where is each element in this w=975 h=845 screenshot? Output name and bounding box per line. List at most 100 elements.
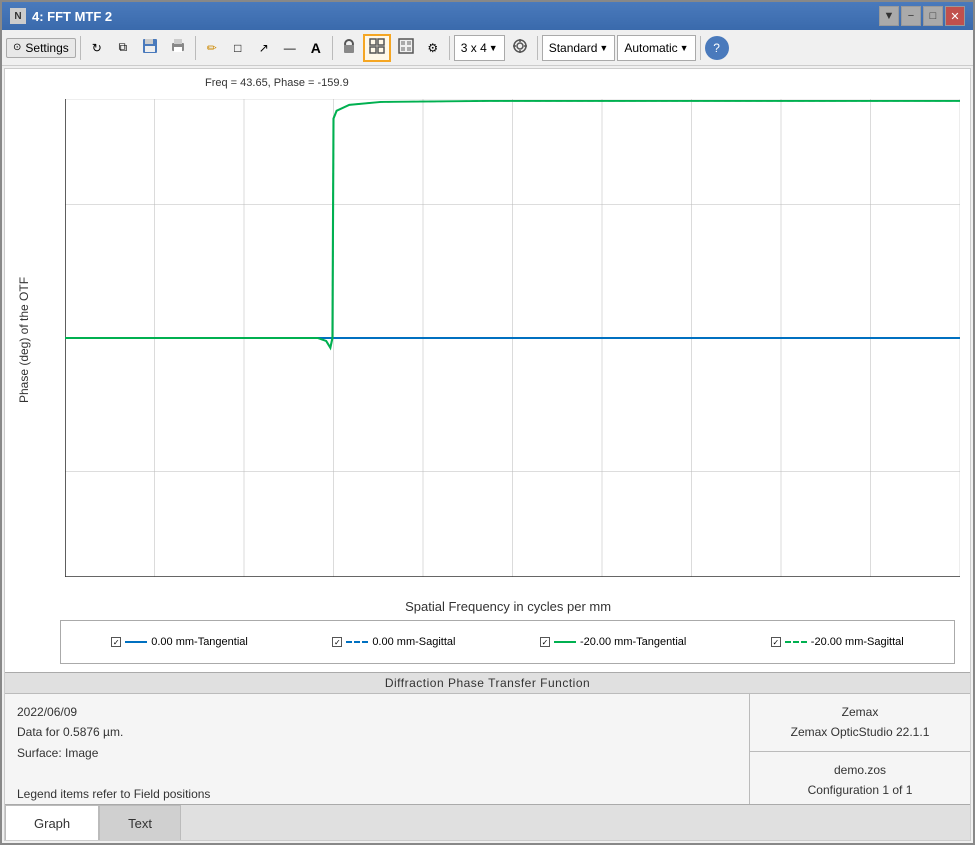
legend-item-1: ✓ 0.00 mm-Sagittal bbox=[332, 636, 455, 648]
automatic-arrow-icon: ▼ bbox=[680, 43, 689, 53]
legend-line-dotted-green bbox=[785, 641, 807, 643]
info-filename: demo.zos bbox=[762, 760, 958, 780]
legend-item-0: ✓ 0.00 mm-Tangential bbox=[111, 636, 248, 648]
minimize-button[interactable]: − bbox=[901, 6, 921, 26]
info-surface: Surface: Image bbox=[17, 743, 737, 763]
rect-button[interactable]: □ bbox=[226, 34, 250, 62]
legend-checkbox-3[interactable]: ✓ bbox=[771, 637, 781, 647]
main-window: N 4: FFT MTF 2 ▼ − □ ✕ ⊙ Settings ↻ ⧉ bbox=[0, 0, 975, 845]
refresh-button[interactable]: ↻ bbox=[85, 34, 109, 62]
layout-arrow-icon: ▼ bbox=[489, 43, 498, 53]
maximize-button[interactable]: □ bbox=[923, 6, 943, 26]
pencil-button[interactable]: ✏ bbox=[200, 34, 224, 62]
layout-label: 3 x 4 bbox=[461, 41, 487, 55]
layout-dropdown[interactable]: 3 x 4 ▼ bbox=[454, 35, 505, 61]
settings-button[interactable]: ⊙ Settings bbox=[6, 38, 76, 58]
info-section: Diffraction Phase Transfer Function 2022… bbox=[5, 672, 970, 804]
automatic-label: Automatic bbox=[624, 41, 677, 55]
text-tool-button[interactable]: A bbox=[304, 34, 328, 62]
legend-line-solid-blue bbox=[125, 641, 147, 643]
info-right-top: Zemax Zemax OpticStudio 22.1.1 bbox=[750, 694, 970, 752]
info-right-bottom: demo.zos Configuration 1 of 1 bbox=[750, 752, 970, 809]
chart-svg-container: 180.0 100.0 0 -100.0 -180.0 0 5.0 10.0 1… bbox=[65, 99, 960, 577]
info-legend-note: Legend items refer to Field positions bbox=[17, 784, 737, 804]
crosshair-label: Freq = 43.65, Phase = -159.9 bbox=[205, 77, 349, 89]
legend-label-2: -20.00 mm-Tangential bbox=[580, 636, 686, 648]
line-icon: — bbox=[284, 41, 296, 55]
standard-dropdown[interactable]: Standard ▼ bbox=[542, 35, 616, 61]
separator-4 bbox=[449, 36, 450, 60]
chart-svg: 180.0 100.0 0 -100.0 -180.0 0 5.0 10.0 1… bbox=[65, 99, 960, 577]
pin-button[interactable]: ▼ bbox=[879, 6, 899, 26]
settings2-button[interactable]: ⚙ bbox=[421, 34, 445, 62]
text-tool-icon: A bbox=[311, 40, 321, 56]
tab-graph-label: Graph bbox=[34, 816, 70, 831]
line-button[interactable]: — bbox=[278, 34, 302, 62]
settings-chevron-icon: ⊙ bbox=[13, 42, 21, 53]
x-axis-label: Spatial Frequency in cycles per mm bbox=[405, 599, 611, 614]
grid-icon bbox=[369, 38, 385, 57]
legend-area: ✓ 0.00 mm-Tangential ✓ 0.00 mm-Sagittal … bbox=[60, 620, 955, 664]
legend-item-2: ✓ -20.00 mm-Tangential bbox=[540, 636, 686, 648]
rect-icon: □ bbox=[234, 41, 241, 55]
target-button[interactable] bbox=[507, 34, 533, 62]
standard-arrow-icon: ▼ bbox=[599, 43, 608, 53]
legend-checkbox-2[interactable]: ✓ bbox=[540, 637, 550, 647]
copy-icon: ⧉ bbox=[118, 40, 127, 55]
legend-label-0: 0.00 mm-Tangential bbox=[151, 636, 248, 648]
separator-1 bbox=[80, 36, 81, 60]
title-bar-left: N 4: FFT MTF 2 bbox=[10, 8, 112, 24]
tab-graph[interactable]: Graph bbox=[5, 805, 99, 841]
automatic-dropdown[interactable]: Automatic ▼ bbox=[617, 35, 695, 61]
tab-bar: Graph Text bbox=[5, 804, 970, 840]
refresh-icon: ↻ bbox=[92, 41, 102, 55]
tab-text-label: Text bbox=[128, 816, 152, 831]
legend-item-3: ✓ -20.00 mm-Sagittal bbox=[771, 636, 904, 648]
separator-6 bbox=[700, 36, 701, 60]
info-title: Diffraction Phase Transfer Function bbox=[5, 673, 970, 694]
target-icon bbox=[512, 38, 528, 57]
info-left: 2022/06/09 Data for 0.5876 µm. Surface: … bbox=[5, 694, 750, 804]
info-zemax: Zemax bbox=[762, 702, 958, 722]
settings2-icon: ⚙ bbox=[427, 41, 438, 55]
settings-label: Settings bbox=[25, 41, 68, 55]
print-icon bbox=[170, 38, 186, 57]
info-wavelength: Data for 0.5876 µm. bbox=[17, 722, 737, 742]
y-axis-label: Phase (deg) of the OTF bbox=[17, 277, 31, 403]
grid-button[interactable] bbox=[363, 34, 391, 62]
pencil-icon: ✏ bbox=[207, 41, 217, 55]
lock-icon bbox=[342, 38, 356, 57]
print-button[interactable] bbox=[165, 34, 191, 62]
chart-area[interactable]: Freq = 43.65, Phase = -159.9 Phase (deg)… bbox=[5, 69, 970, 672]
legend-label-1: 0.00 mm-Sagittal bbox=[372, 636, 455, 648]
layers-button[interactable] bbox=[393, 34, 419, 62]
separator-5 bbox=[537, 36, 538, 60]
copy-button[interactable]: ⧉ bbox=[111, 34, 135, 62]
title-controls: ▼ − □ ✕ bbox=[879, 6, 965, 26]
legend-checkbox-0[interactable]: ✓ bbox=[111, 637, 121, 647]
help-icon: ? bbox=[713, 41, 720, 55]
legend-line-dotted-blue bbox=[346, 641, 368, 643]
arrow-icon: ↗ bbox=[259, 41, 269, 55]
title-bar: N 4: FFT MTF 2 ▼ − □ ✕ bbox=[2, 2, 973, 30]
tab-text[interactable]: Text bbox=[99, 805, 181, 840]
info-zemax-version: Zemax OpticStudio 22.1.1 bbox=[762, 722, 958, 742]
lock-button[interactable] bbox=[337, 34, 361, 62]
info-right: Zemax Zemax OpticStudio 22.1.1 demo.zos … bbox=[750, 694, 970, 804]
separator-2 bbox=[195, 36, 196, 60]
main-content: Freq = 43.65, Phase = -159.9 Phase (deg)… bbox=[4, 68, 971, 841]
close-button[interactable]: ✕ bbox=[945, 6, 965, 26]
info-spacer bbox=[17, 763, 737, 783]
standard-label: Standard bbox=[549, 41, 598, 55]
arrow-button[interactable]: ↗ bbox=[252, 34, 276, 62]
separator-3 bbox=[332, 36, 333, 60]
save-button[interactable] bbox=[137, 34, 163, 62]
save-icon bbox=[142, 38, 158, 57]
help-button[interactable]: ? bbox=[705, 36, 729, 60]
legend-label-3: -20.00 mm-Sagittal bbox=[811, 636, 904, 648]
legend-line-solid-green bbox=[554, 641, 576, 643]
info-config: Configuration 1 of 1 bbox=[762, 780, 958, 800]
legend-checkbox-1[interactable]: ✓ bbox=[332, 637, 342, 647]
layers-icon bbox=[398, 38, 414, 57]
toolbar: ⊙ Settings ↻ ⧉ ✏ □ ↗ — bbox=[2, 30, 973, 66]
